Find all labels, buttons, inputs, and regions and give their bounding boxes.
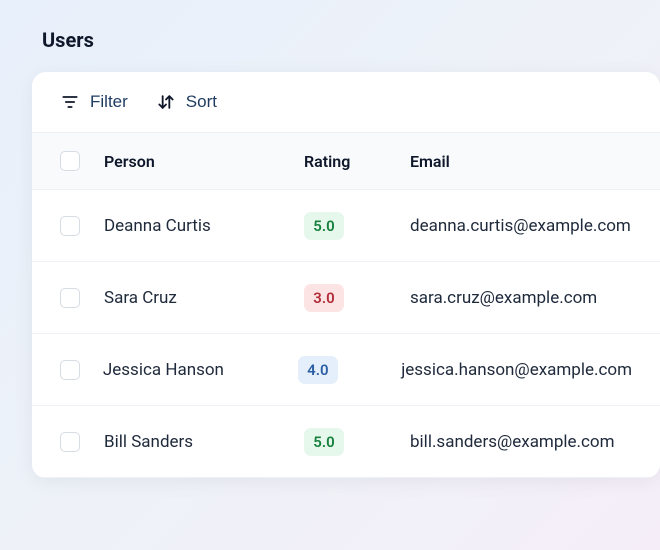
rating-badge: 5.0 <box>304 212 344 240</box>
sort-button[interactable]: Sort <box>156 92 217 112</box>
users-card: Filter Sort Person <box>32 72 660 478</box>
rating-badge: 4.0 <box>298 356 338 384</box>
users-table: Person Rating Email Deanna Curtis5.0dean… <box>32 132 660 478</box>
sort-icon <box>156 92 176 112</box>
page-title: Users <box>42 28 660 52</box>
rating-badge: 5.0 <box>304 428 344 456</box>
table-row[interactable]: Deanna Curtis5.0 deanna.curtis@example.co… <box>32 190 660 262</box>
column-header-person[interactable]: Person <box>104 152 304 171</box>
cell-email: bill.sanders@example.com <box>410 432 632 452</box>
filter-icon <box>60 92 80 112</box>
table-header-row: Person Rating Email <box>32 132 660 190</box>
cell-email: jessica.hanson@example.com <box>401 360 632 380</box>
cell-person: Deanna Curtis <box>104 216 304 236</box>
row-checkbox[interactable] <box>60 432 80 452</box>
cell-person: Bill Sanders <box>104 432 304 452</box>
cell-person: Sara Cruz <box>104 288 304 308</box>
table-row[interactable]: Jessica Hanson4.0 jessica.hanson@example.… <box>32 334 660 406</box>
table-row[interactable]: Sara Cruz3.0 sara.cruz@example.com <box>32 262 660 334</box>
filter-button[interactable]: Filter <box>60 92 128 112</box>
row-checkbox[interactable] <box>60 360 80 380</box>
cell-email: deanna.curtis@example.com <box>410 216 632 236</box>
rating-badge: 3.0 <box>304 284 344 312</box>
cell-email: sara.cruz@example.com <box>410 288 632 308</box>
column-header-email[interactable]: Email <box>410 152 632 171</box>
toolbar: Filter Sort <box>32 72 660 132</box>
column-header-rating[interactable]: Rating <box>304 152 410 171</box>
cell-person: Jessica Hanson <box>103 360 298 380</box>
sort-label: Sort <box>186 92 217 112</box>
select-all-checkbox[interactable] <box>60 151 80 171</box>
row-checkbox[interactable] <box>60 216 80 236</box>
filter-label: Filter <box>90 92 128 112</box>
table-row[interactable]: Bill Sanders5.0 bill.sanders@example.com <box>32 406 660 478</box>
row-checkbox[interactable] <box>60 288 80 308</box>
table-body: Deanna Curtis5.0deanna.curtis@example.co… <box>32 190 660 478</box>
